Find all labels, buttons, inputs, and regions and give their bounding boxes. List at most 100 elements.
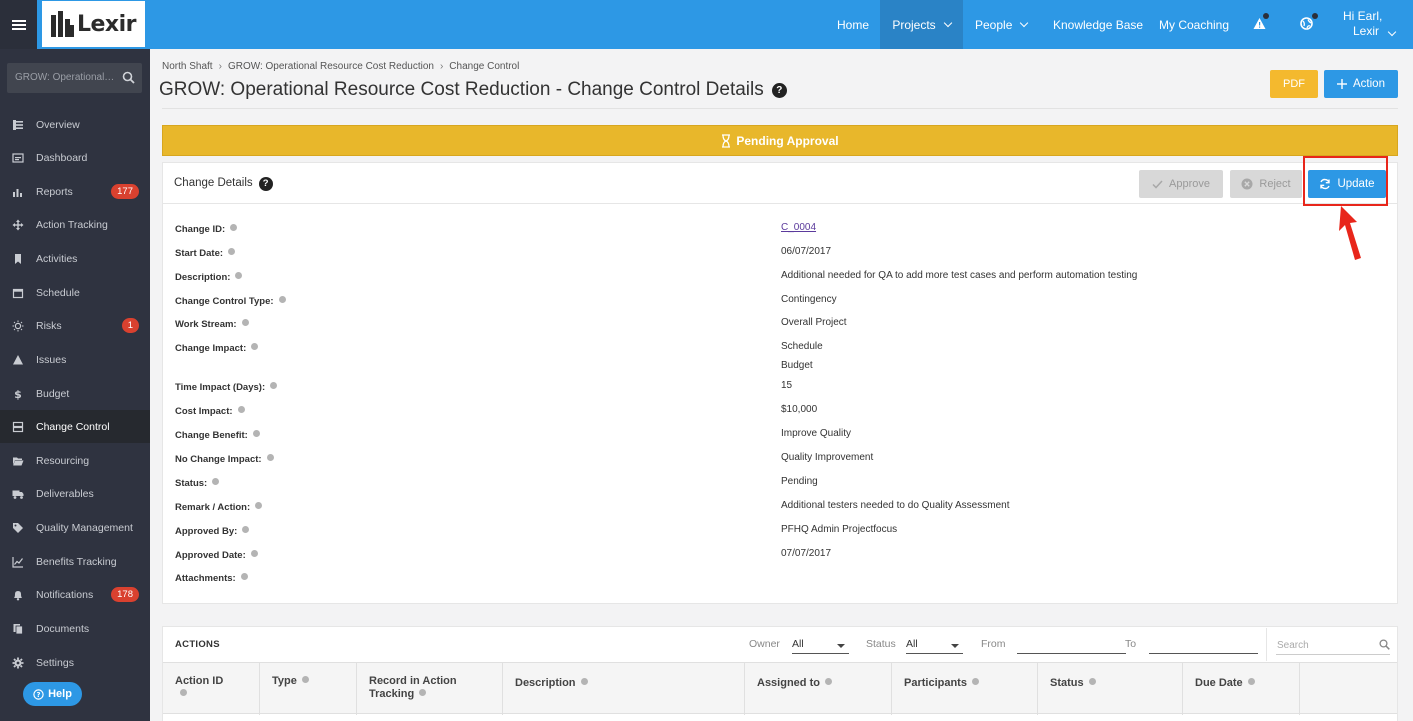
chevron-down-icon	[943, 18, 952, 27]
column-header-type[interactable]: Type	[260, 663, 357, 715]
detail-label-text: No Change Impact:	[175, 454, 262, 465]
sidebar-item-reports[interactable]: Reports 177	[0, 175, 150, 208]
status-filter-value: All	[906, 638, 918, 650]
detail-row: Change Benefit: Improve Quality	[175, 428, 1375, 446]
search-icon[interactable]	[1379, 639, 1390, 650]
column-header-status[interactable]: Status	[1038, 663, 1183, 715]
to-date-input[interactable]	[1149, 634, 1258, 654]
info-icon[interactable]	[971, 678, 979, 685]
sidebar-item-documents[interactable]: Documents	[0, 612, 150, 645]
info-icon[interactable]	[255, 502, 263, 509]
info-icon[interactable]	[228, 248, 236, 255]
sidebar-item-change-control[interactable]: Change Control	[0, 410, 150, 443]
sidebar-item-label: Settings	[36, 656, 74, 669]
sidebar-item-notifications[interactable]: Notifications 178	[0, 578, 150, 611]
info-icon[interactable]	[242, 526, 250, 533]
nav-my-coaching-label: My Coaching	[1159, 17, 1230, 32]
column-header-description[interactable]: Description	[503, 663, 745, 715]
logo-text: Lexir	[76, 11, 137, 37]
sidebar-item-overview[interactable]: Overview	[0, 108, 150, 141]
sidebar-item-issues[interactable]: Issues	[0, 343, 150, 376]
column-header-label: Description	[515, 677, 576, 689]
help-icon[interactable]: ?	[771, 83, 787, 98]
breadcrumb-item[interactable]: GROW: Operational Resource Cost Reductio…	[228, 61, 434, 72]
column-header-assigned-to[interactable]: Assigned to	[745, 663, 892, 715]
info-icon[interactable]	[251, 343, 259, 350]
sidebar-item-action-tracking[interactable]: Action Tracking	[0, 208, 150, 241]
from-date-input[interactable]	[1017, 634, 1126, 654]
detail-row: Status: Pending	[175, 476, 1375, 494]
help-icon[interactable]: ?	[258, 177, 273, 191]
breadcrumb-item[interactable]: North Shaft	[162, 61, 213, 72]
info-icon[interactable]	[230, 224, 238, 231]
info-icon[interactable]	[1088, 678, 1096, 685]
nav-home-label[interactable]: Home	[837, 0, 869, 49]
info-icon[interactable]	[212, 478, 220, 485]
sidebar-item-risks[interactable]: Risks 1	[0, 309, 150, 342]
info-icon[interactable]	[270, 382, 278, 389]
info-icon[interactable]	[250, 550, 258, 557]
alerts-icon[interactable]	[1253, 13, 1269, 31]
help-button[interactable]: ? Help	[23, 682, 82, 706]
owner-filter-select[interactable]: All	[792, 634, 849, 654]
nav-my-coaching[interactable]: My Coaching	[1159, 0, 1229, 49]
pdf-button[interactable]: PDF	[1270, 70, 1318, 98]
info-icon[interactable]	[252, 430, 260, 437]
add-action-button[interactable]: Action	[1324, 70, 1398, 98]
project-search-input[interactable]: GROW: Operational Resource Cost Reductio…	[7, 63, 142, 93]
user-greeting: Hi Earl,	[1343, 9, 1383, 23]
sidebar-item-benefits-tracking[interactable]: Benefits Tracking	[0, 545, 150, 578]
reject-button[interactable]: Reject	[1230, 170, 1302, 198]
column-header-action-id[interactable]: Action ID	[163, 663, 260, 715]
change-details-panel: Change Details? Approve Reject Update Ch…	[162, 162, 1398, 604]
breadcrumb-item[interactable]: Change Control	[449, 61, 519, 72]
info-icon[interactable]	[824, 678, 832, 685]
panel-header: Change Details? Approve Reject Update	[163, 163, 1397, 204]
sidebar-item-quality-management[interactable]: Quality Management	[0, 511, 150, 544]
column-header-due-date[interactable]: Due Date	[1183, 663, 1300, 715]
detail-row: No Change Impact: Quality Improvement	[175, 452, 1375, 470]
detail-value: PFHQ Admin Projectfocus	[781, 524, 898, 535]
info-icon[interactable]	[240, 573, 248, 580]
sidebar-item-settings[interactable]: Settings	[0, 646, 150, 679]
info-icon[interactable]	[237, 406, 245, 413]
actions-search-input[interactable]: Search	[1266, 628, 1398, 661]
sidebar-item-deliverables[interactable]: Deliverables	[0, 477, 150, 510]
status-filter-select[interactable]: All	[906, 634, 963, 654]
sidebar-item-schedule[interactable]: Schedule	[0, 276, 150, 309]
info-icon[interactable]	[235, 272, 243, 279]
sidebar-item-activities[interactable]: Activities	[0, 242, 150, 275]
user-menu[interactable]: Hi Earl, Lexir	[1343, 9, 1397, 39]
change-id-link[interactable]: C_0004	[781, 222, 816, 233]
info-icon[interactable]	[1247, 678, 1255, 685]
nav-projects[interactable]: Projects	[880, 0, 963, 49]
column-header-participants[interactable]: Participants	[892, 663, 1038, 715]
nav-knowledge-base[interactable]: Knowledge Base	[1053, 0, 1143, 49]
globe-dot	[1312, 13, 1318, 19]
nav-people[interactable]: People	[975, 0, 1029, 49]
info-icon[interactable]	[278, 296, 286, 303]
sidebar-item-resourcing[interactable]: Resourcing	[0, 444, 150, 477]
sidebar-item-budget[interactable]: $ Budget	[0, 377, 150, 410]
info-icon[interactable]	[241, 319, 249, 326]
info-icon[interactable]	[419, 689, 427, 696]
nav-home[interactable]: Home	[837, 0, 869, 49]
info-icon[interactable]	[301, 676, 309, 683]
sidebar-item-dashboard[interactable]: Dashboard	[0, 141, 150, 174]
detail-value: Additional testers needed to do Quality …	[781, 500, 1010, 511]
menu-toggle-button[interactable]	[0, 0, 37, 49]
info-icon[interactable]	[266, 454, 274, 461]
change-id-value[interactable]: C_0004	[781, 222, 816, 233]
column-header-record-in-action-tracking[interactable]: Record in Action Tracking	[357, 663, 503, 715]
approve-button[interactable]: Approve	[1139, 170, 1223, 198]
hourglass-icon	[722, 133, 731, 148]
info-icon[interactable]	[580, 678, 588, 685]
owner-filter-value: All	[792, 638, 804, 650]
info-icon[interactable]	[180, 689, 187, 696]
app-logo[interactable]: Lexir	[42, 1, 145, 47]
detail-label: Status:	[175, 478, 220, 489]
search-icon[interactable]	[122, 71, 135, 84]
caret-down-icon	[951, 644, 959, 648]
globe-icon[interactable]	[1300, 13, 1318, 31]
user-name: Lexir	[1353, 24, 1380, 38]
